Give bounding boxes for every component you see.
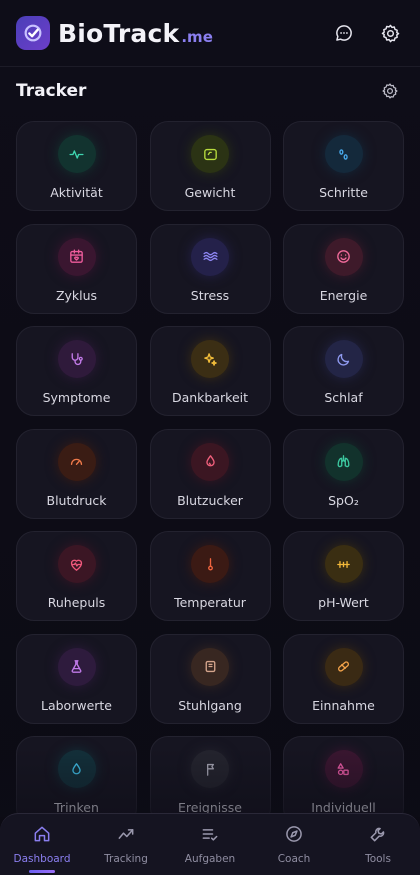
tracker-label: Blutzucker xyxy=(177,492,243,508)
chat-button[interactable] xyxy=(330,19,358,47)
flag-icon xyxy=(191,750,229,788)
nav-label: Tracking xyxy=(104,853,148,865)
moon-icon xyxy=(324,340,363,378)
tracker-tile[interactable]: Symptome xyxy=(16,326,137,416)
nav-label: Tools xyxy=(365,853,391,865)
tracker-tile[interactable]: Blutdruck xyxy=(16,428,137,519)
tracker-tile[interactable]: Aktivität xyxy=(16,121,137,211)
thermometer-icon xyxy=(191,545,229,583)
brand-main: BioTrack xyxy=(58,18,180,48)
gear-icon xyxy=(382,83,398,99)
toilet-paper-icon xyxy=(191,647,229,686)
lungs-icon xyxy=(324,442,363,481)
tracker-label: Schritte xyxy=(319,185,368,200)
tracker-label: Ruhepuls xyxy=(47,595,106,610)
tracker-label: pH-Wert xyxy=(318,595,369,610)
tracker-tile[interactable]: Ruhepuls xyxy=(16,531,137,621)
tracker-tile[interactable]: Zyklus xyxy=(16,223,137,314)
active-tab-indicator xyxy=(29,870,55,873)
tracker-tile[interactable]: Schlaf xyxy=(283,326,404,416)
settings-button[interactable] xyxy=(376,19,404,47)
tracker-label: Temperatur xyxy=(174,595,246,610)
tracker-label: Gewicht xyxy=(184,185,236,200)
tracker-tile[interactable]: Einnahme xyxy=(283,633,404,724)
app-root: BioTrack .me Tracker Aktivität Gewicht S… xyxy=(0,0,420,875)
trend-icon xyxy=(116,824,136,848)
gauge-icon xyxy=(57,442,96,481)
stethoscope-icon xyxy=(57,340,96,378)
nav-item-tracking[interactable]: Tracking xyxy=(88,824,164,865)
tracker-tile[interactable]: Stress xyxy=(149,223,271,314)
nav-label: Coach xyxy=(277,853,311,865)
tracker-label: SpO₂ xyxy=(328,492,359,508)
nav-label: Aufgaben xyxy=(184,853,236,865)
tracker-settings-button[interactable] xyxy=(376,77,404,105)
activity-icon xyxy=(57,135,96,173)
sparkles-icon xyxy=(191,340,229,378)
flask-icon xyxy=(57,647,96,686)
tracker-tile[interactable]: Dankbarkeit xyxy=(149,326,271,416)
tracker-tile[interactable]: Stuhlgang xyxy=(149,633,271,724)
scale-icon xyxy=(191,135,229,173)
logo-check-icon xyxy=(24,24,42,42)
heart-pulse-icon xyxy=(57,545,96,583)
ph-scale-icon xyxy=(324,545,363,583)
smile-icon xyxy=(324,237,363,276)
bottom-navigation: Dashboard Tracking Aufgaben Coach Tools xyxy=(0,813,420,875)
home-icon xyxy=(32,824,52,848)
tracker-tile[interactable]: pH-Wert xyxy=(283,531,404,621)
water-drop-icon xyxy=(57,750,96,788)
tracker-tile[interactable]: Gewicht xyxy=(149,121,271,211)
footprints-icon xyxy=(324,135,363,173)
waves-icon xyxy=(191,237,229,276)
tracker-label: Einnahme xyxy=(312,697,375,713)
app-logo xyxy=(16,16,50,50)
app-header: BioTrack .me xyxy=(0,0,420,67)
section-title: Tracker xyxy=(16,81,87,101)
nav-item-dashboard[interactable]: Dashboard xyxy=(4,824,80,873)
wrench-icon xyxy=(368,824,388,848)
tasks-icon xyxy=(200,824,220,848)
shapes-icon xyxy=(324,750,363,788)
tracker-label: Blutdruck xyxy=(46,492,107,508)
tracker-tile[interactable]: Blutzucker xyxy=(149,428,271,519)
header-actions xyxy=(330,19,404,47)
tracker-label: Aktivität xyxy=(50,185,103,200)
tracker-label: Laborwerte xyxy=(41,697,112,713)
nav-item-coach[interactable]: Coach xyxy=(256,824,332,865)
pill-icon xyxy=(324,647,363,686)
chat-bubble-icon xyxy=(336,25,352,41)
brand-name: BioTrack .me xyxy=(58,19,213,48)
tracker-grid: Aktivität Gewicht Schritte Zyklus Stress Ener… xyxy=(16,121,404,826)
nav-label: Dashboard xyxy=(13,853,71,865)
tracker-tile[interactable]: Energie xyxy=(283,223,404,314)
tracker-label: Symptome xyxy=(42,390,111,405)
nav-item-aufgaben[interactable]: Aufgaben xyxy=(172,824,248,865)
calendar-heart-icon xyxy=(57,237,96,276)
compass-icon xyxy=(284,824,304,848)
tracker-section-header: Tracker xyxy=(16,78,404,104)
tracker-label: Stuhlgang xyxy=(178,697,242,713)
tracker-label: Dankbarkeit xyxy=(171,390,249,405)
nav-item-tools[interactable]: Tools xyxy=(340,824,416,865)
tracker-tile[interactable]: SpO₂ xyxy=(283,428,404,519)
tracker-label: Zyklus xyxy=(55,287,98,303)
tracker-label: Stress xyxy=(190,287,230,303)
tracker-tile[interactable]: Schritte xyxy=(283,121,404,211)
gear-icon xyxy=(381,24,399,42)
droplet-icon xyxy=(191,442,229,481)
tracker-tile[interactable]: Laborwerte xyxy=(16,633,137,724)
tracker-label: Energie xyxy=(319,287,368,303)
tracker-label: Schlaf xyxy=(324,390,363,405)
tracker-tile[interactable]: Temperatur xyxy=(149,531,271,621)
brand-suffix: .me xyxy=(181,27,213,46)
